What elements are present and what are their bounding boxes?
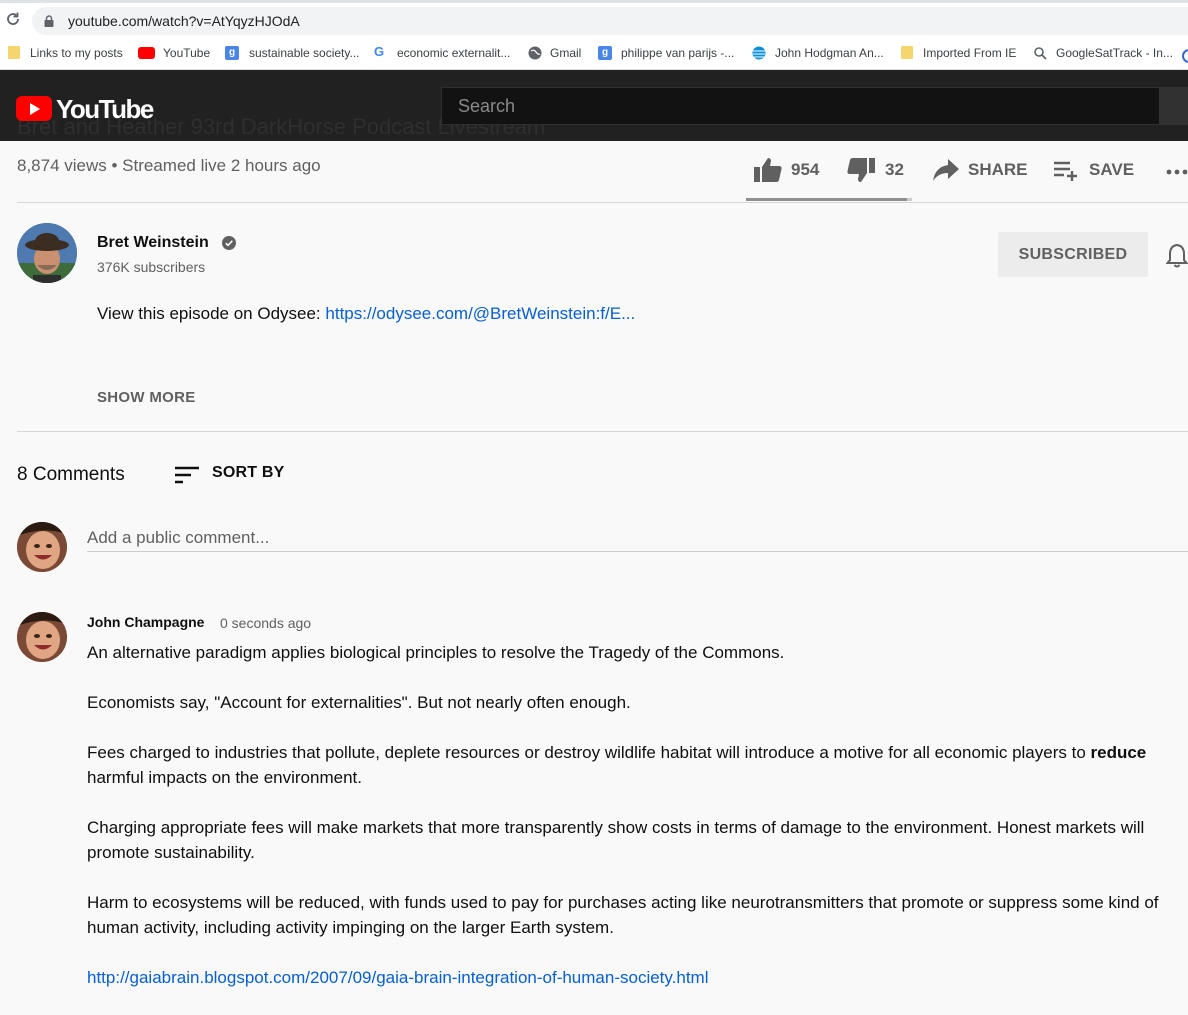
play-logo-icon	[16, 96, 52, 121]
reload-icon[interactable]	[5, 11, 21, 27]
share-icon	[933, 159, 959, 181]
thumbs-up-icon	[754, 158, 782, 182]
youtube-logo[interactable]: YouTube	[16, 94, 154, 124]
more-horizontal-icon	[1166, 169, 1188, 175]
browser-address-row: youtube.com/watch?v=AtYqyzHJOdA	[0, 0, 1188, 38]
comment-author[interactable]: John Champagne	[87, 614, 204, 630]
channel-avatar-image	[17, 223, 77, 283]
g-square-icon: g	[225, 46, 239, 60]
search-input[interactable]: Search	[441, 87, 1160, 125]
share-button[interactable]: SHARE	[932, 157, 1032, 183]
save-button[interactable]: SAVE	[1053, 157, 1143, 183]
comment-link[interactable]: http://gaiabrain.blogspot.com/2007/09/ga…	[87, 968, 708, 987]
comment-author-avatar-image	[17, 612, 67, 662]
comment-body: An alternative paradigm applies biologic…	[87, 640, 1167, 1015]
thumbs-down-icon	[847, 158, 875, 182]
url-text: youtube.com/watch?v=AtYqyzHJOdA	[68, 13, 300, 29]
att-icon	[752, 46, 766, 60]
youtube-icon	[138, 47, 155, 59]
comment-paragraph: An alternative paradigm applies biologic…	[87, 643, 785, 662]
channel-name[interactable]: Bret Weinstein	[97, 234, 209, 252]
bookmarks-bar: Links to my posts YouTube g sustainable …	[0, 38, 1188, 70]
google-icon: G	[374, 44, 385, 59]
globe-icon	[528, 46, 542, 60]
g-square-icon: g	[598, 46, 612, 60]
notification-bell-icon[interactable]	[1166, 242, 1188, 268]
divider	[17, 202, 1188, 203]
comment-bold-text: reduce	[1090, 743, 1147, 762]
like-count: 954	[791, 160, 820, 179]
channel-avatar[interactable]	[17, 223, 77, 283]
subscriber-count: 376K subscribers	[97, 259, 206, 275]
show-more-button[interactable]: SHOW MORE	[97, 389, 196, 406]
comment-paragraph: Fees charged to industries that pollute,…	[87, 743, 1147, 787]
comment-timestamp[interactable]: 0 seconds ago	[220, 615, 311, 631]
omnibox[interactable]: youtube.com/watch?v=AtYqyzHJOdA	[32, 7, 1188, 35]
subscribe-button[interactable]: SUBSCRIBED	[998, 232, 1148, 277]
folder-icon	[901, 46, 913, 59]
comment-count: 8 Comments	[17, 464, 125, 485]
like-dislike-ratio-bar	[746, 198, 912, 201]
odysee-link[interactable]: https://odysee.com/@BretWeinstein:f/E...	[325, 304, 635, 323]
playlist-add-icon	[1054, 161, 1077, 181]
youtube-masthead: Bret and Heather 93rd DarkHorse Podcast …	[0, 70, 1188, 141]
like-ratio-fill	[746, 198, 907, 201]
like-button[interactable]: 954	[753, 157, 828, 183]
satellite-icon	[1034, 47, 1047, 60]
sort-by-button[interactable]: SORT BY	[212, 464, 285, 482]
lock-icon	[44, 15, 54, 27]
comment-paragraph: Harm to ecosystems will be reduced, with…	[87, 893, 1159, 937]
comment-author-avatar[interactable]	[17, 612, 67, 662]
video-description: View this episode on Odysee: https://ody…	[97, 304, 636, 323]
verified-badge-icon	[222, 236, 236, 250]
user-avatar	[17, 522, 67, 572]
comment-paragraph: http://gaiabrain.blogspot.com/2007/09/ga…	[87, 965, 1167, 990]
more-actions-button[interactable]	[1166, 157, 1188, 183]
dislike-button[interactable]: 32	[846, 157, 912, 183]
view-count-and-date: 8,874 views • Streamed live 2 hours ago	[17, 156, 321, 175]
user-avatar-image	[17, 522, 67, 572]
sort-icon[interactable]	[175, 465, 199, 485]
dislike-count: 32	[885, 160, 904, 179]
divider	[17, 431, 1188, 432]
search-button[interactable]	[1160, 87, 1188, 125]
comment-paragraph: Economists say, "Account for externaliti…	[87, 693, 631, 712]
comment-paragraph: Charging appropriate fees will make mark…	[87, 818, 1145, 862]
add-comment-input[interactable]	[87, 524, 1188, 552]
folder-icon	[8, 46, 20, 59]
bookmark-overflow-icon[interactable]	[1182, 49, 1188, 63]
